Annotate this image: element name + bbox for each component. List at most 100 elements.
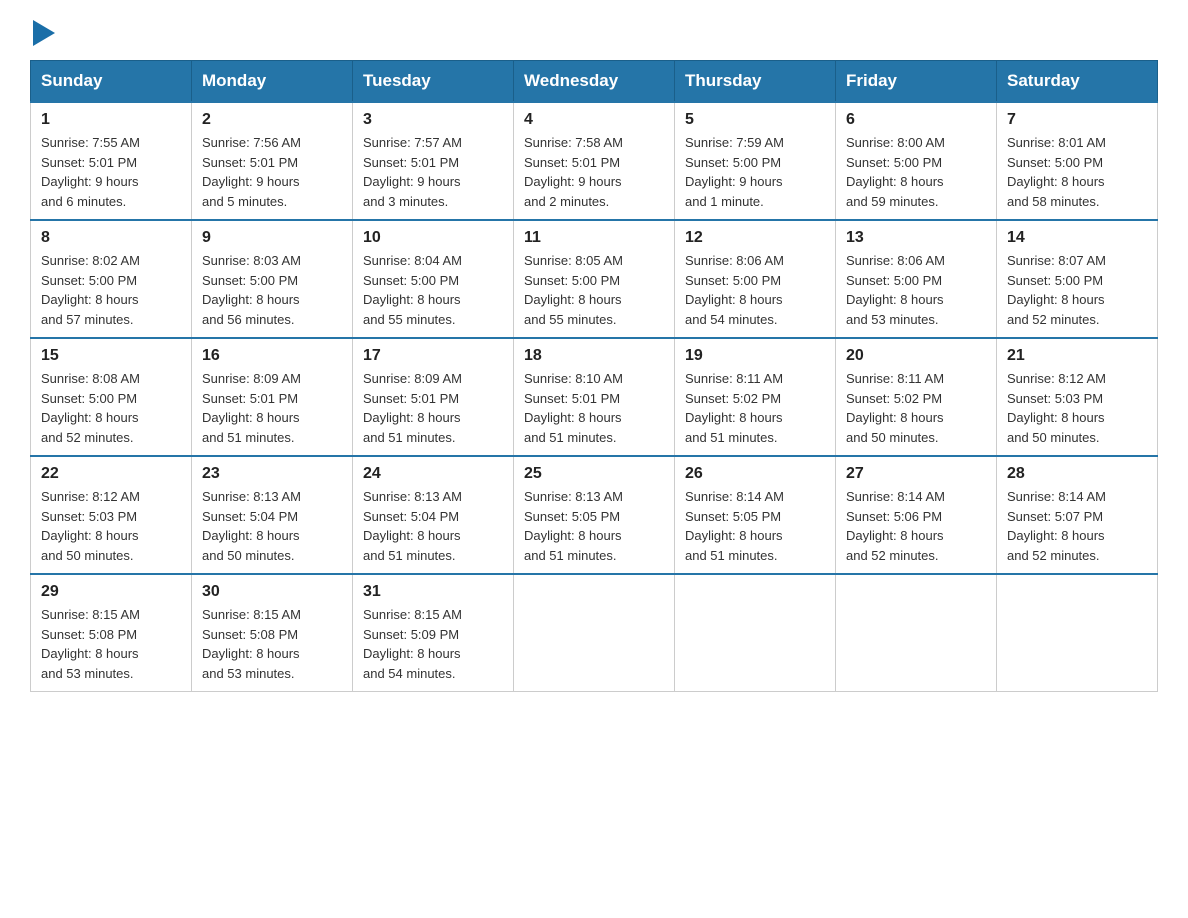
day-info: Sunrise: 8:06 AM Sunset: 5:00 PM Dayligh… bbox=[685, 251, 825, 329]
calendar-cell: 7 Sunrise: 8:01 AM Sunset: 5:00 PM Daylig… bbox=[997, 102, 1158, 220]
calendar-cell: 1 Sunrise: 7:55 AM Sunset: 5:01 PM Daylig… bbox=[31, 102, 192, 220]
calendar-cell: 11 Sunrise: 8:05 AM Sunset: 5:00 PM Dayli… bbox=[514, 220, 675, 338]
calendar-cell: 17 Sunrise: 8:09 AM Sunset: 5:01 PM Dayli… bbox=[353, 338, 514, 456]
day-header-friday: Friday bbox=[836, 61, 997, 103]
calendar-cell bbox=[997, 574, 1158, 692]
page-header bbox=[30, 20, 1158, 40]
calendar-cell: 15Sunrise: 8:08 AM Sunset: 5:00 PM Dayli… bbox=[31, 338, 192, 456]
day-number: 16 bbox=[202, 347, 342, 365]
day-number: 24 bbox=[363, 465, 503, 483]
day-number: 15 bbox=[41, 347, 181, 365]
calendar-cell bbox=[514, 574, 675, 692]
day-header-monday: Monday bbox=[192, 61, 353, 103]
week-row-4: 22 Sunrise: 8:12 AM Sunset: 5:03 PM Dayli… bbox=[31, 456, 1158, 574]
day-info: Sunrise: 8:05 AM Sunset: 5:00 PM Dayligh… bbox=[524, 251, 664, 329]
day-header-sunday: Sunday bbox=[31, 61, 192, 103]
week-row-5: 29 Sunrise: 8:15 AM Sunset: 5:08 PM Dayli… bbox=[31, 574, 1158, 692]
day-info: Sunrise: 8:03 AM Sunset: 5:00 PM Dayligh… bbox=[202, 251, 342, 329]
day-number: 26 bbox=[685, 465, 825, 483]
day-number: 12 bbox=[685, 229, 825, 247]
day-info: Sunrise: 8:02 AM Sunset: 5:00 PM Dayligh… bbox=[41, 251, 181, 329]
day-number: 9 bbox=[202, 229, 342, 247]
day-info: Sunrise: 8:12 AM Sunset: 5:03 PM Dayligh… bbox=[41, 487, 181, 565]
day-info: Sunrise: 8:14 AM Sunset: 5:07 PM Dayligh… bbox=[1007, 487, 1147, 565]
day-number: 1 bbox=[41, 111, 181, 129]
day-info: Sunrise: 7:57 AM Sunset: 5:01 PM Dayligh… bbox=[363, 133, 503, 211]
calendar-cell bbox=[836, 574, 997, 692]
calendar-table: SundayMondayTuesdayWednesdayThursdayFrid… bbox=[30, 60, 1158, 692]
day-info: Sunrise: 7:59 AM Sunset: 5:00 PM Dayligh… bbox=[685, 133, 825, 211]
day-header-saturday: Saturday bbox=[997, 61, 1158, 103]
day-number: 3 bbox=[363, 111, 503, 129]
day-number: 5 bbox=[685, 111, 825, 129]
calendar-cell: 25 Sunrise: 8:13 AM Sunset: 5:05 PM Dayli… bbox=[514, 456, 675, 574]
day-number: 6 bbox=[846, 111, 986, 129]
day-info: Sunrise: 8:09 AM Sunset: 5:01 PM Dayligh… bbox=[363, 369, 503, 447]
day-info: Sunrise: 8:00 AM Sunset: 5:00 PM Dayligh… bbox=[846, 133, 986, 211]
day-number: 7 bbox=[1007, 111, 1147, 129]
day-header-tuesday: Tuesday bbox=[353, 61, 514, 103]
day-number: 30 bbox=[202, 583, 342, 601]
day-info: Sunrise: 8:01 AM Sunset: 5:00 PM Dayligh… bbox=[1007, 133, 1147, 211]
day-info: Sunrise: 8:15 AM Sunset: 5:08 PM Dayligh… bbox=[202, 605, 342, 683]
calendar-cell: 18 Sunrise: 8:10 AM Sunset: 5:01 PM Dayli… bbox=[514, 338, 675, 456]
calendar-body: 1 Sunrise: 7:55 AM Sunset: 5:01 PM Daylig… bbox=[31, 102, 1158, 692]
day-info: Sunrise: 7:55 AM Sunset: 5:01 PM Dayligh… bbox=[41, 133, 181, 211]
calendar-cell: 12 Sunrise: 8:06 AM Sunset: 5:00 PM Dayli… bbox=[675, 220, 836, 338]
day-info: Sunrise: 8:09 AM Sunset: 5:01 PM Dayligh… bbox=[202, 369, 342, 447]
day-info: Sunrise: 7:56 AM Sunset: 5:01 PM Dayligh… bbox=[202, 133, 342, 211]
day-info: Sunrise: 8:11 AM Sunset: 5:02 PM Dayligh… bbox=[846, 369, 986, 447]
calendar-cell: 26 Sunrise: 8:14 AM Sunset: 5:05 PM Dayli… bbox=[675, 456, 836, 574]
day-info: Sunrise: 8:14 AM Sunset: 5:06 PM Dayligh… bbox=[846, 487, 986, 565]
day-number: 2 bbox=[202, 111, 342, 129]
calendar-cell: 6 Sunrise: 8:00 AM Sunset: 5:00 PM Daylig… bbox=[836, 102, 997, 220]
day-number: 14 bbox=[1007, 229, 1147, 247]
calendar-cell: 5 Sunrise: 7:59 AM Sunset: 5:00 PM Daylig… bbox=[675, 102, 836, 220]
calendar-cell: 28 Sunrise: 8:14 AM Sunset: 5:07 PM Dayli… bbox=[997, 456, 1158, 574]
calendar-cell: 4Sunrise: 7:58 AM Sunset: 5:01 PM Daylig… bbox=[514, 102, 675, 220]
day-number: 22 bbox=[41, 465, 181, 483]
calendar-cell: 27 Sunrise: 8:14 AM Sunset: 5:06 PM Dayli… bbox=[836, 456, 997, 574]
header-row: SundayMondayTuesdayWednesdayThursdayFrid… bbox=[31, 61, 1158, 103]
calendar-cell: 9 Sunrise: 8:03 AM Sunset: 5:00 PM Daylig… bbox=[192, 220, 353, 338]
day-number: 25 bbox=[524, 465, 664, 483]
day-info: Sunrise: 8:15 AM Sunset: 5:08 PM Dayligh… bbox=[41, 605, 181, 683]
day-number: 29 bbox=[41, 583, 181, 601]
day-number: 11 bbox=[524, 229, 664, 247]
calendar-cell: 16 Sunrise: 8:09 AM Sunset: 5:01 PM Dayli… bbox=[192, 338, 353, 456]
day-number: 31 bbox=[363, 583, 503, 601]
day-number: 21 bbox=[1007, 347, 1147, 365]
day-number: 28 bbox=[1007, 465, 1147, 483]
day-number: 27 bbox=[846, 465, 986, 483]
day-number: 18 bbox=[524, 347, 664, 365]
day-info: Sunrise: 8:13 AM Sunset: 5:04 PM Dayligh… bbox=[363, 487, 503, 565]
day-info: Sunrise: 8:14 AM Sunset: 5:05 PM Dayligh… bbox=[685, 487, 825, 565]
day-info: Sunrise: 8:07 AM Sunset: 5:00 PM Dayligh… bbox=[1007, 251, 1147, 329]
day-number: 8 bbox=[41, 229, 181, 247]
day-info: Sunrise: 8:13 AM Sunset: 5:05 PM Dayligh… bbox=[524, 487, 664, 565]
week-row-3: 15Sunrise: 8:08 AM Sunset: 5:00 PM Dayli… bbox=[31, 338, 1158, 456]
day-header-thursday: Thursday bbox=[675, 61, 836, 103]
day-number: 19 bbox=[685, 347, 825, 365]
day-number: 10 bbox=[363, 229, 503, 247]
logo bbox=[30, 20, 55, 40]
calendar-cell: 10Sunrise: 8:04 AM Sunset: 5:00 PM Dayli… bbox=[353, 220, 514, 338]
day-header-wednesday: Wednesday bbox=[514, 61, 675, 103]
day-number: 20 bbox=[846, 347, 986, 365]
calendar-cell: 31Sunrise: 8:15 AM Sunset: 5:09 PM Dayli… bbox=[353, 574, 514, 692]
day-info: Sunrise: 8:10 AM Sunset: 5:01 PM Dayligh… bbox=[524, 369, 664, 447]
logo-arrow-icon bbox=[33, 20, 55, 46]
calendar-cell: 24 Sunrise: 8:13 AM Sunset: 5:04 PM Dayli… bbox=[353, 456, 514, 574]
calendar-cell: 13Sunrise: 8:06 AM Sunset: 5:00 PM Dayli… bbox=[836, 220, 997, 338]
calendar-cell: 14 Sunrise: 8:07 AM Sunset: 5:00 PM Dayli… bbox=[997, 220, 1158, 338]
day-number: 23 bbox=[202, 465, 342, 483]
calendar-cell: 8 Sunrise: 8:02 AM Sunset: 5:00 PM Daylig… bbox=[31, 220, 192, 338]
week-row-1: 1 Sunrise: 7:55 AM Sunset: 5:01 PM Daylig… bbox=[31, 102, 1158, 220]
calendar-cell: 21Sunrise: 8:12 AM Sunset: 5:03 PM Dayli… bbox=[997, 338, 1158, 456]
day-number: 17 bbox=[363, 347, 503, 365]
day-number: 13 bbox=[846, 229, 986, 247]
calendar-cell: 23Sunrise: 8:13 AM Sunset: 5:04 PM Dayli… bbox=[192, 456, 353, 574]
calendar-cell: 2 Sunrise: 7:56 AM Sunset: 5:01 PM Daylig… bbox=[192, 102, 353, 220]
week-row-2: 8 Sunrise: 8:02 AM Sunset: 5:00 PM Daylig… bbox=[31, 220, 1158, 338]
calendar-cell: 3 Sunrise: 7:57 AM Sunset: 5:01 PM Daylig… bbox=[353, 102, 514, 220]
